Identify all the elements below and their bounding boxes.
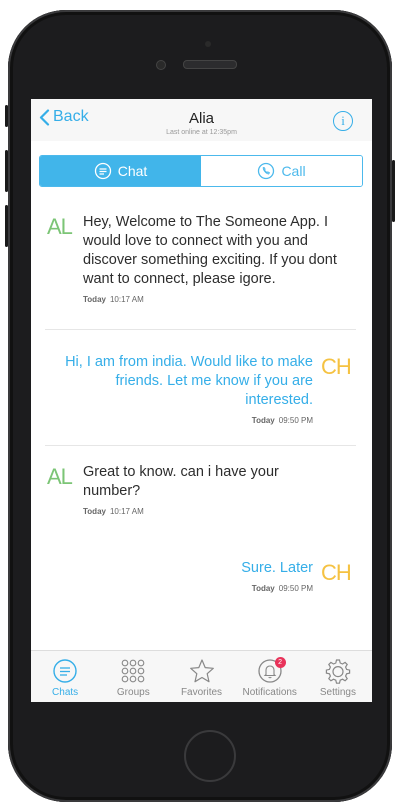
tab-favorites-label: Favorites	[180, 687, 223, 698]
tab-groups[interactable]: Groups	[99, 651, 167, 702]
bottom-tab-bar: Chats Groups Favorites 2 Notifications S…	[31, 650, 372, 702]
message-text: Great to know. can i have your number?	[83, 464, 279, 499]
chat-bubble-icon	[53, 659, 77, 683]
chat-call-segmented-control: Chat Call	[39, 155, 363, 187]
tab-chats-label: Chats	[52, 687, 79, 698]
sender-initials: CH	[321, 354, 352, 379]
phone-icon	[258, 162, 275, 180]
sensor-dot	[205, 41, 211, 47]
sender-initials: AL	[47, 464, 73, 489]
tab-settings[interactable]: Settings	[304, 651, 372, 702]
grid-dots-icon	[121, 659, 145, 683]
volume-down-button	[5, 205, 8, 247]
tab-notifications[interactable]: 2 Notifications	[236, 651, 304, 702]
volume-up-button	[5, 150, 8, 192]
home-button[interactable]	[184, 730, 236, 782]
earpiece-speaker	[183, 60, 237, 69]
message-text: Sure. Later	[241, 560, 313, 576]
tab-chat[interactable]: Chat	[40, 156, 201, 186]
tab-chat-label: Chat	[117, 163, 148, 179]
message-timestamp: Today 10:17 AM	[83, 507, 144, 516]
front-camera	[156, 60, 166, 70]
tab-favorites[interactable]: Favorites	[167, 651, 235, 702]
app-screen: Back Alia Last online at 12:35pm i Chat …	[31, 99, 372, 702]
message-divider	[45, 329, 356, 330]
tab-call[interactable]: Call	[201, 156, 362, 186]
last-online-status: Last online at 12:35pm	[166, 129, 237, 136]
sender-initials: AL	[47, 214, 73, 239]
info-icon[interactable]: i	[333, 111, 353, 131]
power-button	[392, 160, 395, 222]
notification-badge: 2	[274, 657, 286, 668]
tab-call-label: Call	[281, 163, 306, 179]
mute-switch	[5, 105, 8, 127]
message-timestamp: Today 09:50 PM	[251, 584, 313, 593]
message-timestamp: Today 09:50 PM	[251, 416, 313, 425]
sender-initials: CH	[321, 560, 352, 585]
message-text: Hey, Welcome to The Someone App. I would…	[83, 214, 337, 287]
chat-bubble-icon	[94, 162, 111, 180]
tab-settings-label: Settings	[319, 687, 356, 698]
navigation-bar: Back Alia Last online at 12:35pm i	[31, 99, 372, 141]
tab-chats[interactable]: Chats	[31, 651, 99, 702]
star-icon	[189, 659, 214, 683]
message-divider	[45, 445, 356, 446]
contact-name: Alia	[188, 110, 214, 127]
message-timestamp: Today 10:17 AM	[83, 295, 144, 304]
message-text: Hi, I am from india. Would like to make …	[65, 354, 313, 408]
gear-icon	[325, 659, 351, 684]
tab-notifications-label: Notifications	[242, 687, 297, 698]
tab-groups-label: Groups	[116, 687, 150, 698]
